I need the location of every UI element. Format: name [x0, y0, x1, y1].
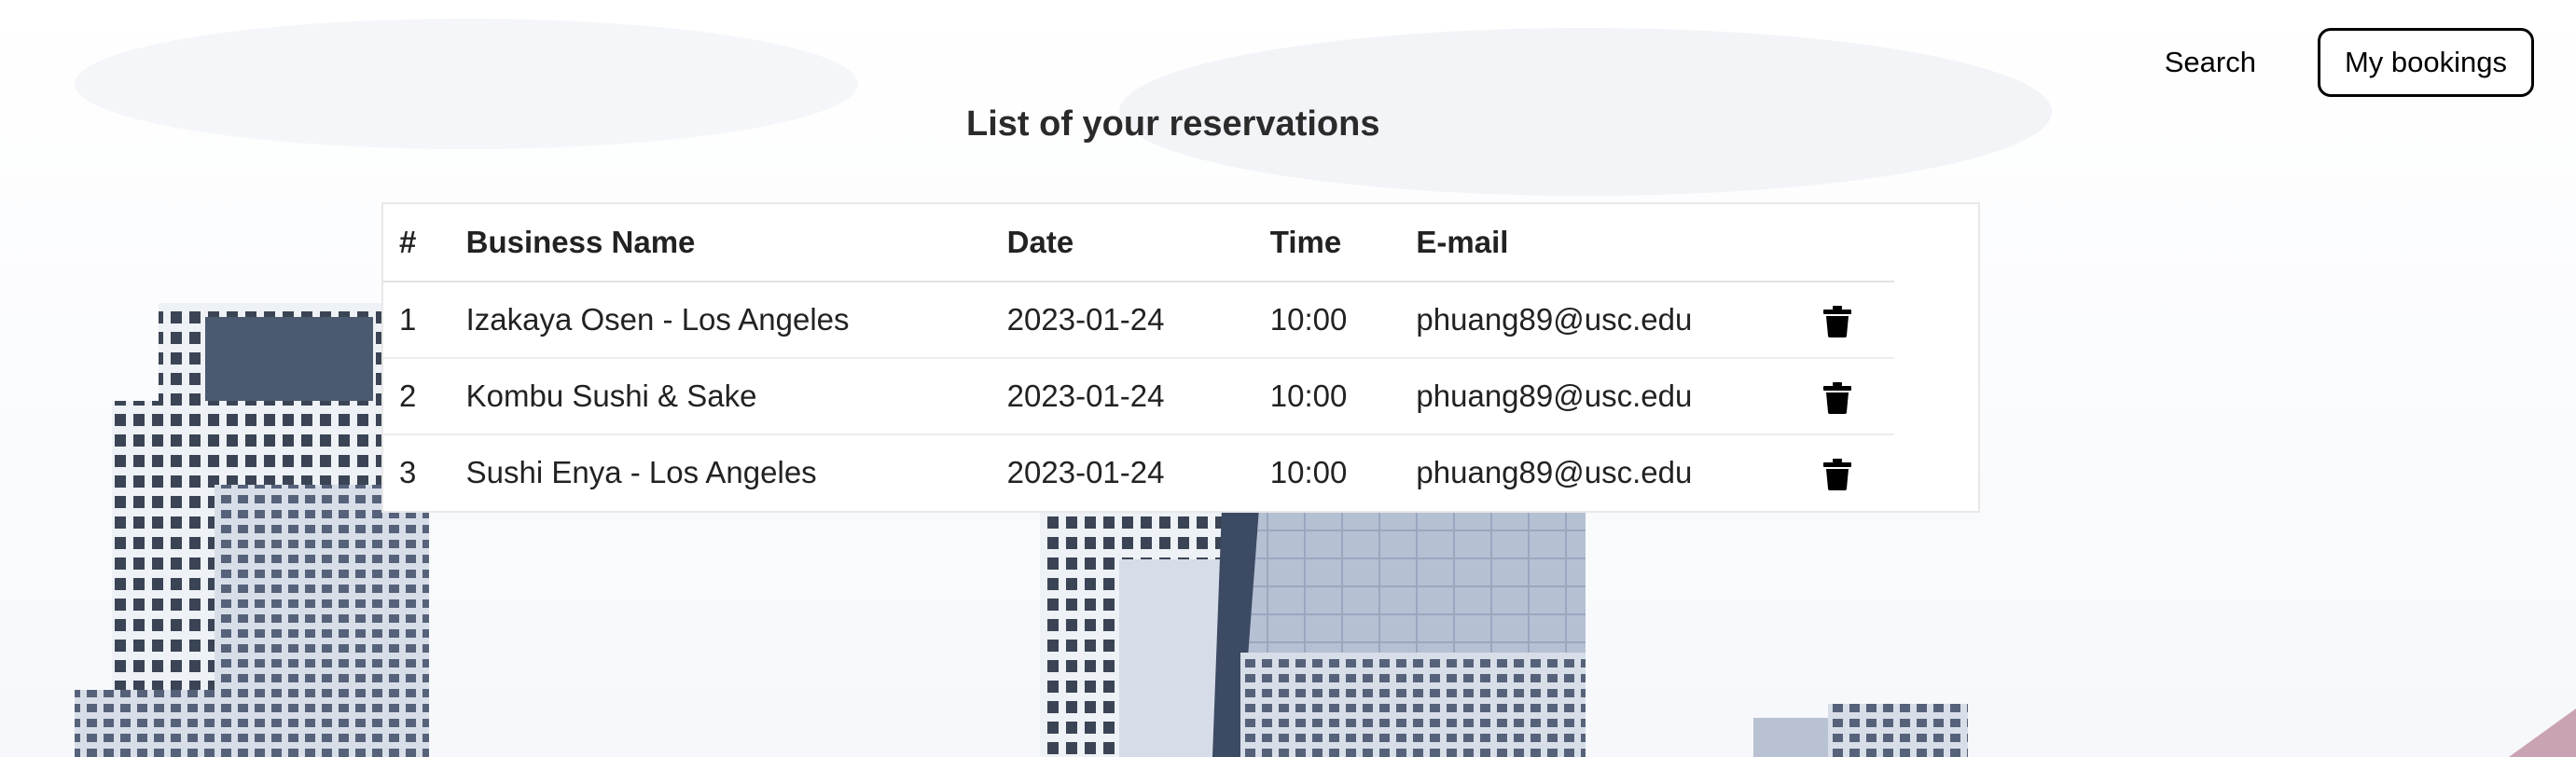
row-email: phuang89@usc.edu	[1416, 455, 1693, 489]
trash-icon[interactable]	[1823, 459, 1852, 491]
my-bookings-button[interactable]: My bookings	[2317, 28, 2534, 97]
row-time: 10:00	[1253, 282, 1401, 359]
table-row: 1 Izakaya Osen - Los Angeles 2023-01-24 …	[383, 282, 1894, 359]
row-number: 1	[383, 282, 450, 359]
row-date: 2023-01-24	[990, 358, 1254, 435]
search-link[interactable]: Search	[2140, 33, 2280, 92]
row-business-name: Izakaya Osen - Los Angeles	[450, 282, 991, 359]
row-time: 10:00	[1253, 358, 1401, 435]
header-business-name: Business Name	[450, 204, 991, 282]
row-actions	[1823, 282, 1894, 359]
table-header-row: # Business Name Date Time E-mail	[383, 204, 1894, 282]
page-title: List of your reservations	[966, 104, 1380, 144]
row-actions	[1823, 358, 1894, 435]
table-row: 3 Sushi Enya - Los Angeles 2023-01-24 10…	[383, 434, 1894, 510]
row-date: 2023-01-24	[1006, 455, 1165, 489]
header-time: Time	[1253, 204, 1401, 282]
row-email: phuang89@usc.edu	[1400, 282, 1824, 359]
row-actions	[1823, 434, 1894, 510]
header-email: E-mail	[1400, 204, 1824, 282]
table-row: 2 Kombu Sushi & Sake 2023-01-24 10:00 ph…	[383, 358, 1894, 435]
row-number: 3	[399, 455, 417, 489]
row-number: 2	[383, 358, 450, 435]
row-email: phuang89@usc.edu	[1400, 358, 1824, 435]
trash-icon[interactable]	[1823, 382, 1852, 415]
top-nav: Search My bookings	[2140, 28, 2534, 97]
row-business-name: Kombu Sushi & Sake	[450, 358, 991, 435]
row-business-name: Sushi Enya - Los Angeles	[465, 455, 817, 489]
header-number: #	[383, 204, 450, 282]
reservations-table: # Business Name Date Time E-mail 1 Izaka…	[383, 204, 1894, 510]
row-date: 2023-01-24	[990, 282, 1254, 359]
trash-icon[interactable]	[1823, 306, 1852, 338]
reservations-table-card: # Business Name Date Time E-mail 1 Izaka…	[381, 202, 1980, 513]
header-actions	[1823, 204, 1894, 282]
row-time: 10:00	[1269, 455, 1348, 489]
header-date: Date	[990, 204, 1254, 282]
